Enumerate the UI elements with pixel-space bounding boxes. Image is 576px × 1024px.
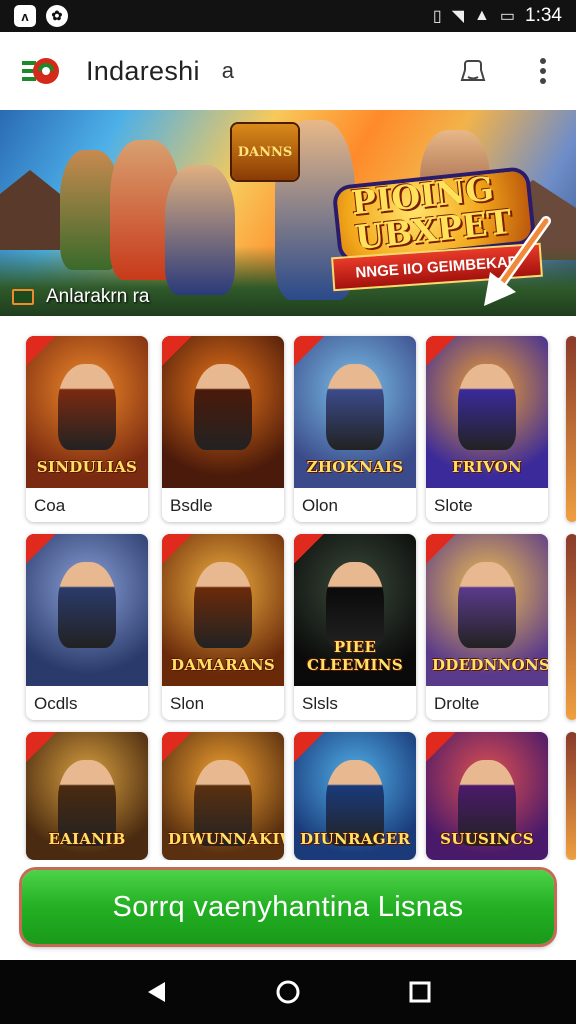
arrow-icon	[484, 216, 551, 306]
game-art-title: FRIVON	[451, 458, 523, 476]
game-card[interactable]: Ocdls	[26, 534, 148, 720]
game-art: DIWUNNAKIWY	[162, 732, 284, 860]
app-title: Indareshi	[86, 55, 200, 86]
game-label: Drolte	[434, 694, 480, 713]
screen-icon	[12, 289, 34, 305]
status-bar: ʌ ✿ ▯ ◥ ▲ ▭ 1:34	[0, 0, 576, 32]
corner-ribbon	[162, 534, 192, 564]
more-vert-icon[interactable]	[528, 56, 558, 86]
app-bar: Indareshi a	[0, 32, 576, 110]
game-art-title: PIEE CLEEMINS	[307, 638, 403, 674]
game-card-partial[interactable]	[566, 534, 576, 720]
game-card-partial[interactable]	[566, 336, 576, 522]
corner-ribbon	[162, 336, 192, 366]
game-art: DIUNRAGER	[294, 732, 416, 860]
game-art-title: ZHOKNAIS	[306, 458, 404, 476]
game-label: Bsdle	[170, 496, 213, 515]
notification-app-icon: ʌ	[14, 5, 36, 27]
game-card[interactable]: SINDULIAS Coa	[26, 336, 148, 522]
game-label: Olon	[302, 496, 338, 515]
status-time: 1:34	[525, 5, 562, 26]
game-card[interactable]: DIUNRAGER	[294, 732, 416, 860]
back-icon[interactable]	[136, 972, 176, 1012]
game-character	[458, 364, 516, 450]
game-art: SUUSINCS	[426, 732, 548, 860]
home-icon[interactable]	[268, 972, 308, 1012]
game-art	[162, 336, 284, 488]
game-character	[58, 562, 116, 648]
game-card[interactable]: SUUSINCS	[426, 732, 548, 860]
game-art: FRIVON	[426, 336, 548, 488]
corner-ribbon	[426, 732, 456, 762]
corner-ribbon	[426, 336, 456, 366]
game-character	[194, 562, 252, 648]
game-card[interactable]: EAIANIB	[26, 732, 148, 860]
game-art-title: DAMARANS	[171, 656, 275, 674]
game-art: PIEE CLEEMINS	[294, 534, 416, 686]
corner-ribbon	[294, 336, 324, 366]
game-art-title: DIUNRAGER	[300, 830, 411, 848]
game-character	[58, 364, 116, 450]
wifi-icon: ◥	[451, 8, 465, 25]
game-character	[194, 364, 252, 450]
game-card[interactable]: DIWUNNAKIWY	[162, 732, 284, 860]
profile-icon[interactable]	[458, 56, 488, 86]
banner-hero	[165, 165, 235, 295]
battery-icon: ▭	[499, 8, 516, 25]
recents-icon[interactable]	[400, 972, 440, 1012]
game-art: EAIANIB	[26, 732, 148, 860]
vibrate-icon: ▯	[432, 8, 442, 25]
banner-caption: Anlarakrn ra	[12, 286, 150, 308]
game-label: Slon	[170, 694, 205, 713]
corner-ribbon	[294, 732, 324, 762]
corner-ribbon	[162, 732, 192, 762]
corner-ribbon	[294, 534, 324, 564]
game-card[interactable]: DAMARANS Slon	[162, 534, 284, 720]
game-art	[26, 534, 148, 686]
game-label: Ocdls	[34, 694, 78, 713]
game-card[interactable]: ZHOKNAIS Olon	[294, 336, 416, 522]
game-character	[326, 562, 384, 648]
game-art-title: SINDULIAS	[36, 458, 138, 476]
signal-icon: ▲	[474, 7, 490, 24]
game-character	[458, 562, 516, 648]
game-art-title: DIWUNNAKIWY	[168, 830, 284, 848]
notification-circle-icon: ✿	[46, 5, 68, 27]
game-art: DDEDNNONS	[426, 534, 548, 686]
game-art: DAMARANS	[162, 534, 284, 686]
game-card[interactable]: PIEE CLEEMINS Slsls	[294, 534, 416, 720]
banner-left-badge: DANNS	[232, 124, 298, 180]
game-character	[326, 364, 384, 450]
app-subtitle: a	[221, 58, 235, 83]
cta-area: Sorrq vaenyhantina Lisnas	[0, 860, 576, 960]
corner-ribbon	[26, 336, 56, 366]
game-card[interactable]: FRIVON Slote	[426, 336, 548, 522]
app-logo[interactable]	[18, 51, 62, 91]
game-label: Slsls	[302, 694, 338, 713]
featured-banner[interactable]: DANNS PIOING UBXPET NNGE IIO GEIMBEKAD A…	[0, 110, 576, 316]
game-art-title: SUUSINCS	[440, 830, 534, 848]
primary-cta-button[interactable]: Sorrq vaenyhantina Lisnas	[22, 870, 554, 944]
system-nav-bar	[0, 960, 576, 1024]
game-art: ZHOKNAIS	[294, 336, 416, 488]
game-card[interactable]: Bsdle	[162, 336, 284, 522]
game-art: SINDULIAS	[26, 336, 148, 488]
game-art-title: EAIANIB	[48, 830, 126, 848]
corner-ribbon	[26, 732, 56, 762]
game-card-partial[interactable]	[566, 732, 576, 860]
game-label: Slote	[434, 496, 473, 515]
game-art-title: DDEDNNONS	[432, 656, 548, 674]
corner-ribbon	[426, 534, 456, 564]
banner-caption-text: Anlarakrn ra	[46, 286, 150, 307]
corner-ribbon	[26, 534, 56, 564]
game-label: Coa	[34, 496, 66, 515]
game-card[interactable]: DDEDNNONS Drolte	[426, 534, 548, 720]
banner-house	[0, 170, 60, 250]
